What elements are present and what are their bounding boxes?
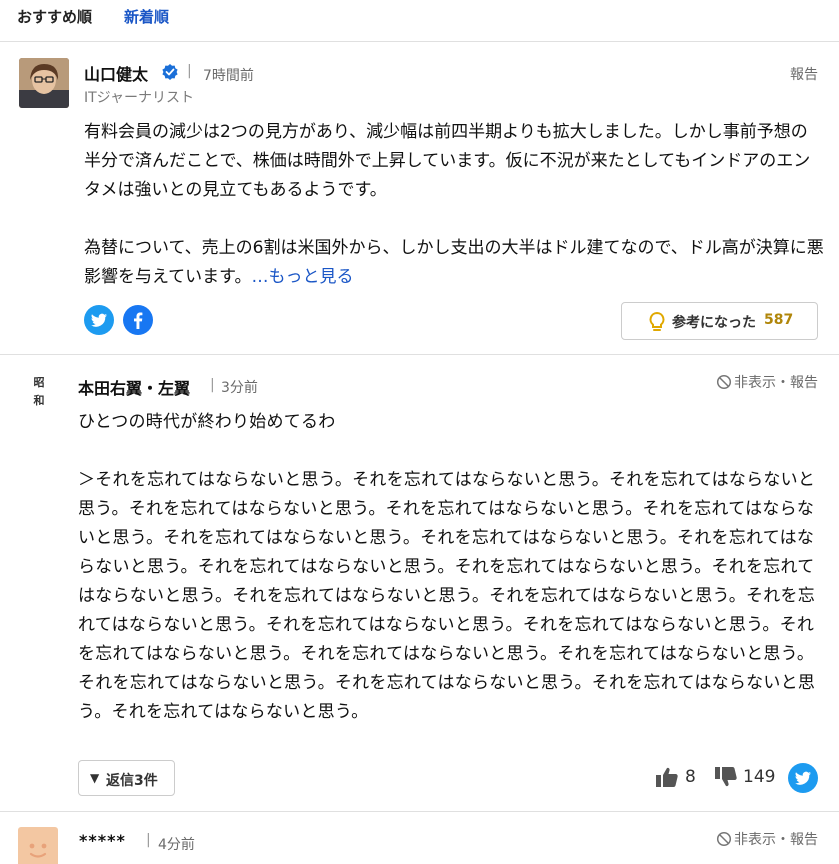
thumbs-up-icon[interactable]: [655, 765, 679, 789]
user-comment: 昭 和 本田右翼・左翼 | 3分前 非表示・報告 ひとつの時代が終わり始めてるわ…: [0, 356, 839, 812]
twitter-icon: [91, 313, 107, 327]
replies-label: 返信3件: [106, 773, 158, 789]
read-more-link[interactable]: …もっと見る: [251, 267, 353, 287]
hide-report-label: 非表示・報告: [734, 375, 818, 391]
comment-paragraph: 有料会員の減少は2つの見方があり、減少幅は前四半期よりも拡大しました。しかし事前…: [84, 122, 811, 200]
tab-recommended[interactable]: おすすめ順: [17, 6, 92, 27]
user-avatar[interactable]: 昭 和: [23, 374, 55, 414]
user-name[interactable]: *****: [79, 831, 126, 850]
separator: |: [146, 832, 151, 848]
comment-paragraph: ひとつの時代が終わり始めてるわ: [78, 412, 336, 432]
post-time: 3分前: [221, 380, 258, 396]
ban-icon: [716, 831, 732, 847]
verified-icon: [161, 63, 179, 81]
twitter-share-button[interactable]: [84, 305, 114, 335]
hide-report-label: 非表示・報告: [734, 832, 818, 848]
helpful-button[interactable]: 参考になった 587: [621, 302, 818, 340]
hide-report-link[interactable]: 非表示・報告: [716, 372, 818, 392]
avatar-text: 昭: [33, 376, 45, 389]
avatar-text: 和: [33, 394, 45, 407]
dislike-count: 149: [743, 767, 776, 787]
ban-icon: [716, 374, 732, 390]
hide-report-link[interactable]: 非表示・報告: [716, 829, 818, 849]
smiley-avatar-icon[interactable]: [18, 827, 58, 864]
report-link[interactable]: 報告: [790, 64, 818, 84]
tab-newest[interactable]: 新着順: [124, 6, 169, 27]
twitter-icon: [795, 771, 811, 785]
sort-tabs: おすすめ順 新着順: [0, 0, 839, 42]
replies-toggle-button[interactable]: ▼ 返信3件: [78, 760, 175, 796]
post-time: 4分前: [158, 837, 195, 853]
user-name[interactable]: 本田右翼・左翼: [78, 375, 190, 399]
separator: |: [187, 63, 192, 79]
comment-body: ひとつの時代が終わり始めてるわ ＞それを忘れてはならないと思う。それを忘れてはな…: [78, 408, 820, 727]
separator: |: [210, 377, 215, 393]
comment-paragraph: 為替について、売上の6割は米国外から、しかし支出の大半はドル建てなので、ドル高が…: [84, 238, 824, 287]
facebook-share-button[interactable]: [123, 305, 153, 335]
helpful-label: 参考になった: [672, 315, 756, 331]
post-time: 7時間前: [203, 68, 254, 84]
author-avatar[interactable]: [19, 58, 69, 108]
caret-down-icon: ▼: [90, 771, 100, 785]
helpful-count: 587: [764, 312, 794, 328]
like-count: 8: [685, 767, 696, 787]
facebook-icon: [134, 312, 143, 329]
user-comment: ***** | 4分前 非表示・報告: [0, 813, 839, 864]
thumbs-down-icon[interactable]: [714, 765, 738, 789]
lightbulb-icon: [649, 311, 665, 331]
comment-body: 有料会員の減少は2つの見方があり、減少幅は前四半期よりも拡大しました。しかし事前…: [84, 118, 824, 292]
author-name[interactable]: 山口健太: [84, 61, 148, 85]
expert-comment: 山口健太 | 7時間前 ITジャーナリスト 報告 有料会員の減少は2つの見方があ…: [0, 42, 839, 355]
author-role: ITジャーナリスト: [84, 90, 194, 106]
twitter-share-button[interactable]: [788, 763, 818, 793]
comment-paragraph: ＞それを忘れてはならないと思う。それを忘れてはならないと思う。それを忘れてはなら…: [78, 470, 816, 722]
